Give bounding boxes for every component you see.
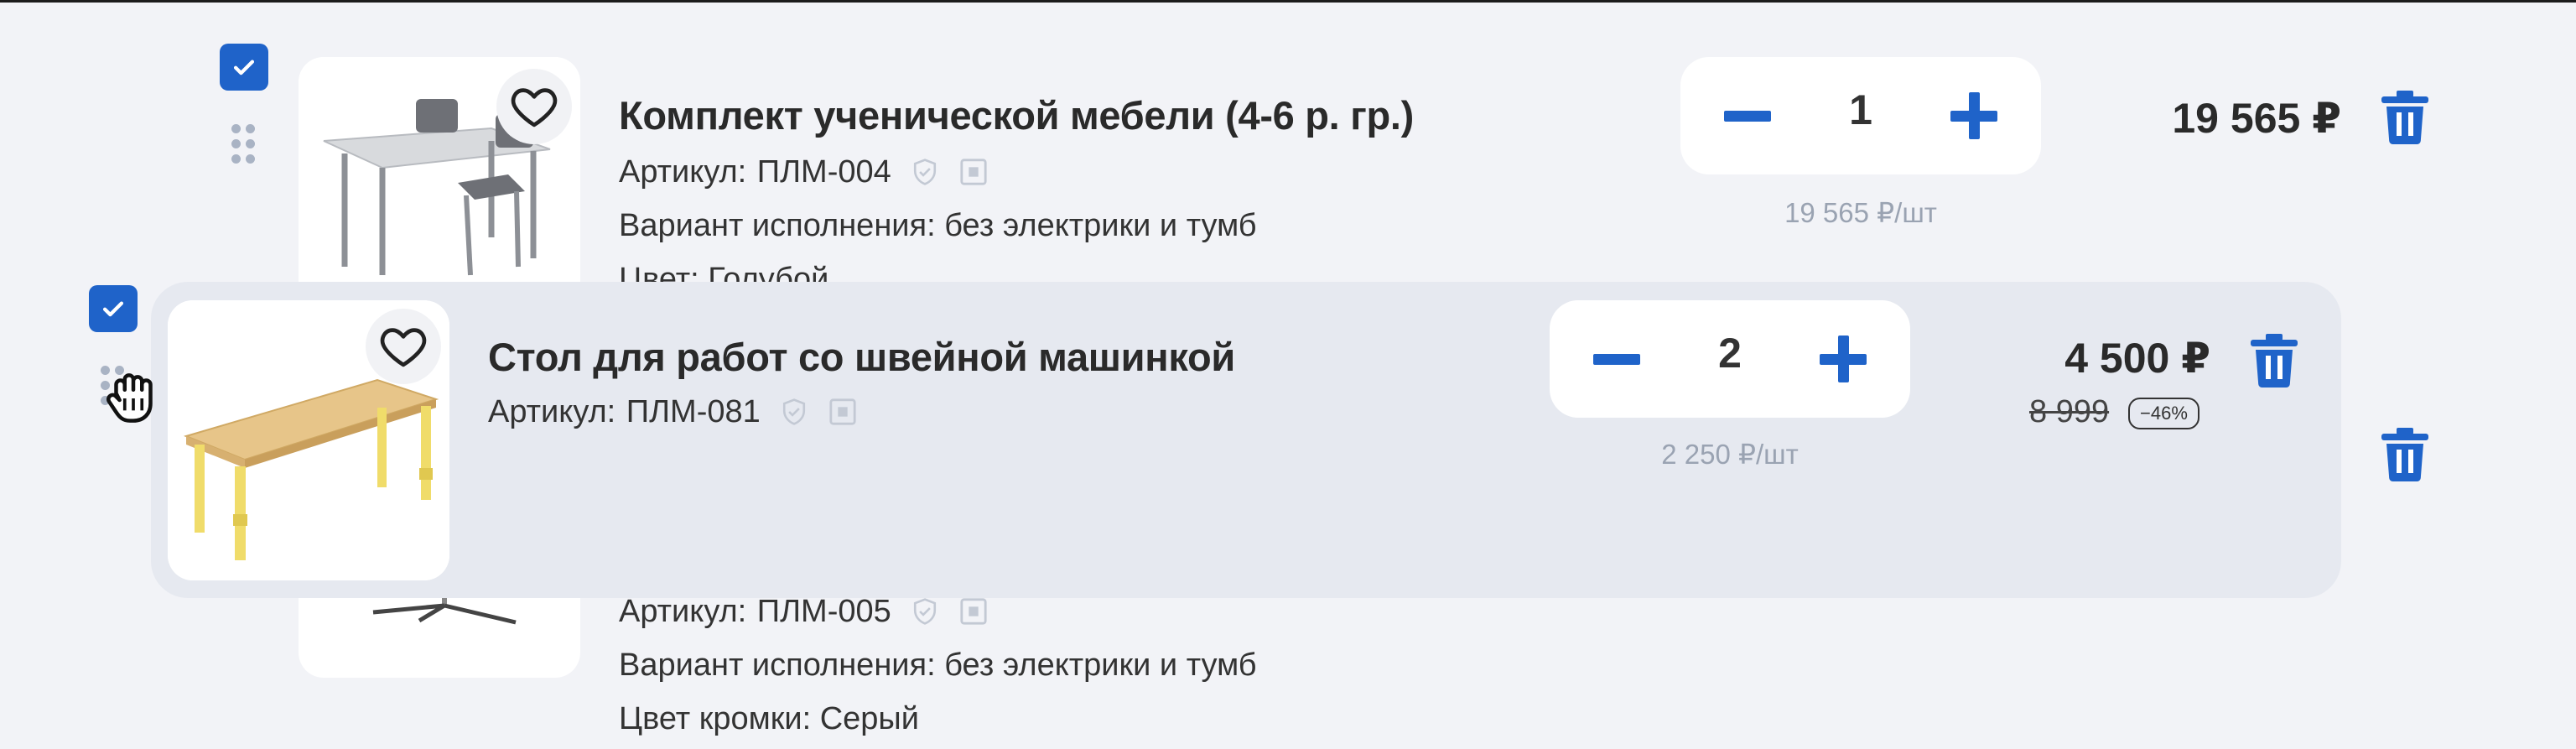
drag-handle-icon[interactable] [231, 124, 257, 166]
article-value: ПЛМ-004 [756, 154, 891, 190]
shield-check-icon[interactable] [781, 398, 808, 426]
item-1-unit-price: 19 565 ₽/шт [1784, 197, 1937, 228]
item-3-variant: Вариант исполнения: без электрики и тумб [619, 648, 1257, 683]
item-2-delete-button[interactable] [2251, 334, 2298, 388]
discount-badge: −46% [2128, 398, 2199, 429]
item-1-title[interactable]: Комплект ученической мебели (4-6 р. гр.) [619, 92, 1414, 138]
item-1-quantity-stepper: 1 [1680, 57, 2041, 174]
item-1-variant: Вариант исполнения: без электрики и тумб [619, 208, 1257, 243]
item-2-checkbox[interactable] [89, 285, 138, 332]
item-1-price: 19 565 ₽ [2172, 95, 2341, 142]
item-3-article: Артикул: ПЛМ-005 [619, 594, 988, 630]
check-icon [102, 301, 124, 317]
trash-icon [2251, 334, 2298, 388]
item-1-delete-button[interactable] [2381, 91, 2428, 145]
article-value: ПЛМ-005 [756, 594, 891, 629]
document-icon[interactable] [959, 158, 988, 186]
document-icon[interactable] [828, 398, 857, 426]
item-2-price: 4 500 ₽ [2064, 335, 2210, 382]
item-1-checkbox[interactable] [220, 44, 268, 91]
trash-icon [2381, 428, 2428, 482]
item-2-article: Артикул: ПЛМ-081 [488, 394, 857, 430]
shield-check-icon[interactable] [911, 597, 938, 626]
item-2-unit-price: 2 250 ₽/шт [1661, 439, 1799, 470]
grab-hand-cursor-icon [106, 373, 153, 423]
article-value: ПЛМ-081 [626, 394, 761, 429]
item-2-title[interactable]: Стол для работ со швейной машинкой [488, 334, 1235, 380]
increase-quantity-button[interactable] [1815, 330, 1872, 388]
item-3-delete-button[interactable] [2381, 428, 2428, 482]
item-2-old-price: 8 999 [2029, 394, 2110, 429]
trash-icon [2381, 91, 2428, 145]
heart-icon [511, 88, 558, 127]
document-icon[interactable] [959, 597, 988, 626]
article-label: Артикул: [619, 154, 747, 190]
item-2-favorite-button[interactable] [366, 309, 441, 384]
cart-item-2-dragging[interactable]: Стол для работ со швейной машинкой Артик… [151, 282, 2341, 598]
shield-check-icon[interactable] [911, 158, 938, 186]
article-label: Артикул: [488, 394, 616, 429]
item-1-article: Артикул: ПЛМ-004 [619, 154, 988, 190]
heart-icon [380, 328, 427, 367]
item-2-quantity-stepper: 2 [1550, 300, 1910, 418]
increase-quantity-button[interactable] [1945, 87, 2002, 144]
check-icon [233, 60, 255, 75]
item-1-favorite-button[interactable] [496, 69, 572, 144]
item-3-edge-color: Цвет кромки: Серый [619, 701, 919, 736]
top-border [0, 0, 2576, 3]
article-label: Артикул: [619, 594, 747, 629]
